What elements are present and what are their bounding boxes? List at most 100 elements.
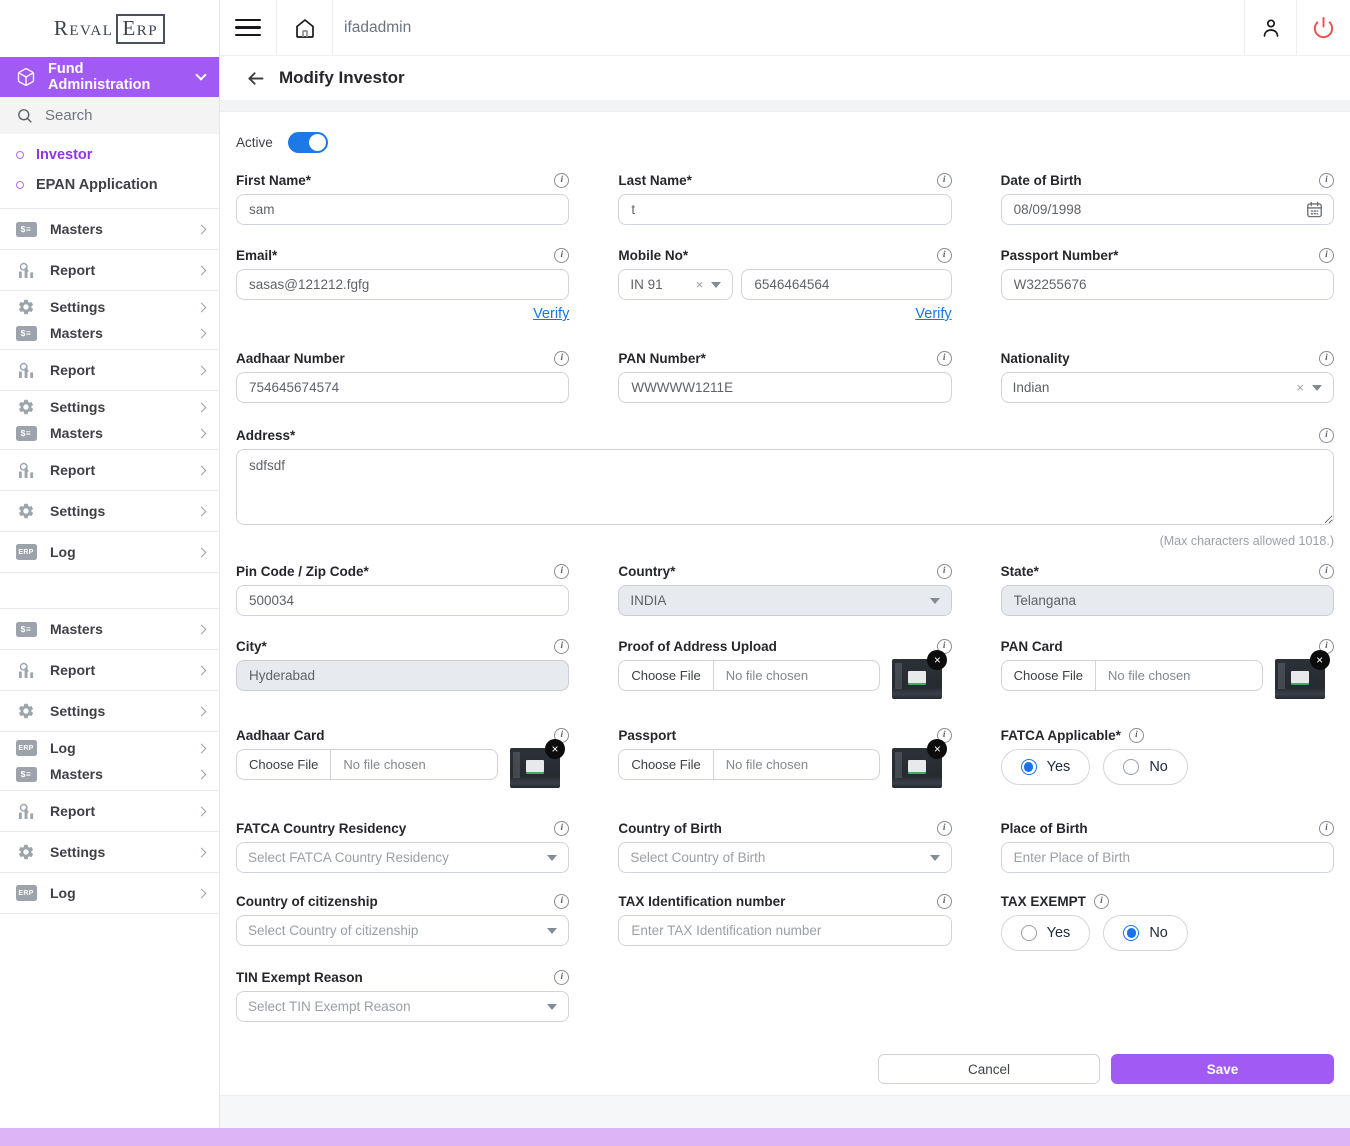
masters-icon bbox=[15, 220, 37, 238]
sidebar-item-masters[interactable]: Masters bbox=[0, 320, 219, 346]
info-icon[interactable] bbox=[937, 173, 952, 188]
sidebar-item-settings[interactable]: Settings bbox=[0, 294, 219, 320]
remove-file-icon[interactable] bbox=[545, 739, 565, 759]
tax-id-input[interactable] bbox=[618, 915, 951, 946]
sidebar-item-log[interactable]: ERPLog bbox=[0, 873, 219, 914]
passport-file-input[interactable]: Choose File No file chosen bbox=[618, 749, 880, 780]
mobile-number-input[interactable] bbox=[741, 269, 951, 300]
info-icon[interactable] bbox=[937, 351, 952, 366]
info-icon[interactable] bbox=[1319, 173, 1334, 188]
chevron-right-icon bbox=[197, 265, 207, 275]
sidebar-item-masters[interactable]: Masters bbox=[0, 761, 219, 787]
citizenship-select[interactable]: Select Country of citizenship bbox=[236, 915, 569, 946]
sidebar-item-report[interactable]: Report bbox=[0, 250, 219, 291]
address-label: Address* bbox=[236, 428, 295, 443]
sidebar-item-report[interactable]: Report bbox=[0, 650, 219, 691]
sidebar-item-log[interactable]: ERPLog bbox=[0, 532, 219, 573]
info-icon[interactable] bbox=[1094, 894, 1109, 909]
passport-thumbnail[interactable] bbox=[892, 748, 942, 788]
search-input[interactable] bbox=[45, 107, 185, 124]
remove-file-icon[interactable] bbox=[927, 739, 947, 759]
aadhaar-card-file-input[interactable]: Choose File No file chosen bbox=[236, 749, 498, 780]
info-icon[interactable] bbox=[554, 248, 569, 263]
aadhaar-number-input[interactable] bbox=[236, 372, 569, 403]
country-of-birth-select[interactable]: Select Country of Birth bbox=[618, 842, 951, 873]
info-icon[interactable] bbox=[1319, 821, 1334, 836]
info-icon[interactable] bbox=[1319, 248, 1334, 263]
module-selector[interactable]: Fund Administration bbox=[0, 57, 219, 97]
info-icon[interactable] bbox=[937, 821, 952, 836]
address-textarea[interactable]: sdfsdf bbox=[236, 449, 1334, 525]
info-icon[interactable] bbox=[554, 970, 569, 985]
fatca-country-select[interactable]: Select FATCA Country Residency bbox=[236, 842, 569, 873]
aadhaar-card-thumbnail[interactable] bbox=[510, 748, 560, 788]
sidebar-item-investor[interactable]: Investor bbox=[0, 140, 219, 170]
info-icon[interactable] bbox=[937, 248, 952, 263]
tin-exempt-reason-label: TIN Exempt Reason bbox=[236, 970, 363, 985]
tax-exempt-no-radio[interactable]: No bbox=[1103, 915, 1188, 951]
passport-number-input[interactable] bbox=[1001, 269, 1334, 300]
form-content: Active First Name* Last Name* Date of Bi… bbox=[220, 112, 1350, 1084]
info-icon[interactable] bbox=[937, 564, 952, 579]
active-toggle[interactable] bbox=[288, 132, 328, 153]
sidebar-sub-links: Investor EPAN Application bbox=[0, 134, 219, 202]
info-icon[interactable] bbox=[554, 639, 569, 654]
info-icon[interactable] bbox=[1129, 728, 1144, 743]
fatca-no-radio[interactable]: No bbox=[1103, 749, 1188, 785]
info-icon[interactable] bbox=[554, 821, 569, 836]
sidebar-item-settings[interactable]: Settings bbox=[0, 394, 219, 420]
first-name-input[interactable] bbox=[236, 194, 569, 225]
sidebar-item-report[interactable]: Report bbox=[0, 350, 219, 391]
proof-of-address-thumbnail[interactable] bbox=[892, 659, 942, 699]
sidebar-item-log[interactable]: ERPLog bbox=[0, 735, 219, 761]
sidebar-item-settings[interactable]: Settings bbox=[0, 491, 219, 532]
proof-of-address-file-input[interactable]: Choose File No file chosen bbox=[618, 660, 880, 691]
remove-file-icon[interactable] bbox=[927, 650, 947, 670]
sidebar-item-masters[interactable]: Masters bbox=[0, 609, 219, 650]
info-icon[interactable] bbox=[554, 173, 569, 188]
sidebar-item-masters[interactable]: Masters bbox=[0, 209, 219, 250]
dob-input[interactable] bbox=[1001, 194, 1334, 225]
cancel-button[interactable]: Cancel bbox=[878, 1054, 1100, 1084]
info-icon[interactable] bbox=[554, 564, 569, 579]
mobile-verify-link[interactable]: Verify bbox=[915, 306, 951, 326]
home-button[interactable] bbox=[277, 0, 333, 55]
clear-icon[interactable] bbox=[696, 277, 704, 292]
logout-button[interactable] bbox=[1296, 0, 1350, 55]
pan-number-input[interactable] bbox=[618, 372, 951, 403]
profile-button[interactable] bbox=[1244, 0, 1296, 55]
address-max-chars-note: (Max characters allowed 1018.) bbox=[236, 534, 1334, 549]
pin-code-input[interactable] bbox=[236, 585, 569, 616]
country-code-select[interactable]: IN 91 bbox=[618, 269, 733, 300]
place-of-birth-input[interactable] bbox=[1001, 842, 1334, 873]
sidebar-item-report[interactable]: Report bbox=[0, 450, 219, 491]
info-icon[interactable] bbox=[1319, 428, 1334, 443]
calendar-icon[interactable] bbox=[1305, 200, 1324, 219]
clear-icon[interactable] bbox=[1296, 380, 1304, 395]
sidebar: Reval Erp Fund Administration Investor E… bbox=[0, 0, 220, 1128]
sidebar-item-masters[interactable]: Masters bbox=[0, 420, 219, 446]
email-input[interactable] bbox=[236, 269, 569, 300]
sidebar-item-epan-application[interactable]: EPAN Application bbox=[0, 170, 219, 200]
tin-exempt-reason-select[interactable]: Select TIN Exempt Reason bbox=[236, 991, 569, 1022]
field-country-of-birth: Country of Birth Select Country of Birth bbox=[618, 820, 951, 873]
pan-card-thumbnail[interactable] bbox=[1275, 659, 1325, 699]
nationality-select[interactable]: Indian bbox=[1001, 372, 1334, 403]
last-name-input[interactable] bbox=[618, 194, 951, 225]
sidebar-item-settings[interactable]: Settings bbox=[0, 691, 219, 732]
menu-toggle-button[interactable] bbox=[220, 0, 277, 55]
pan-card-file-input[interactable]: Choose File No file chosen bbox=[1001, 660, 1263, 691]
remove-file-icon[interactable] bbox=[1310, 650, 1330, 670]
save-button[interactable]: Save bbox=[1111, 1054, 1334, 1084]
email-verify-link[interactable]: Verify bbox=[533, 306, 569, 326]
sidebar-item-settings[interactable]: Settings bbox=[0, 832, 219, 873]
sidebar-item-report[interactable]: Report bbox=[0, 791, 219, 832]
tax-exempt-yes-radio[interactable]: Yes bbox=[1001, 915, 1091, 951]
fatca-yes-radio[interactable]: Yes bbox=[1001, 749, 1091, 785]
info-icon[interactable] bbox=[554, 351, 569, 366]
info-icon[interactable] bbox=[1319, 351, 1334, 366]
back-arrow-icon[interactable] bbox=[245, 68, 266, 89]
info-icon[interactable] bbox=[1319, 564, 1334, 579]
info-icon[interactable] bbox=[554, 894, 569, 909]
info-icon[interactable] bbox=[937, 894, 952, 909]
